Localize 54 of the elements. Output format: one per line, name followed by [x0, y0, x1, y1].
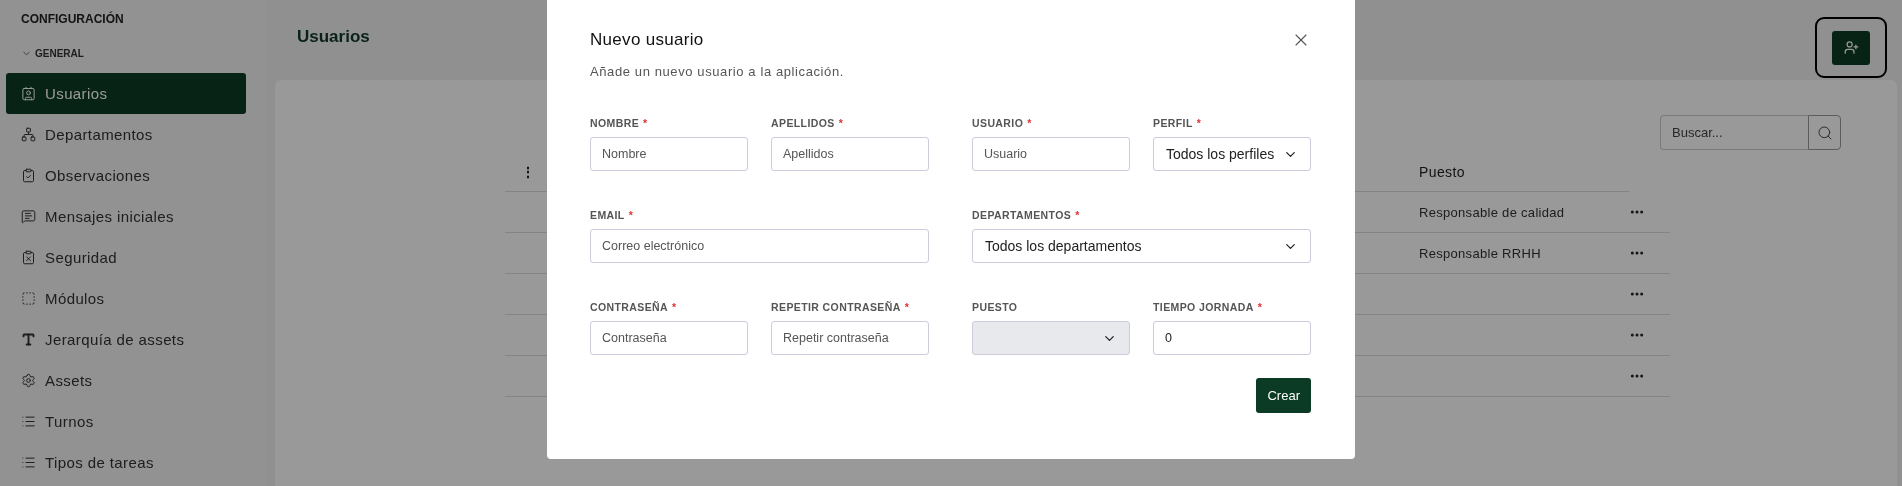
field-label: DEPARTAMENTOS * — [972, 209, 1081, 221]
input-field[interactable]: Correo electrónico — [590, 229, 929, 263]
field-label: PUESTO — [972, 301, 1019, 313]
input-field[interactable]: Nombre — [590, 137, 748, 171]
input-field[interactable]: 0 — [1153, 321, 1311, 355]
modal-subtitle: Añade un nuevo usuario a la aplicación. — [590, 64, 845, 79]
field-label: CONTRASEÑA * — [590, 301, 678, 313]
input-field[interactable]: Apellidos — [771, 137, 929, 171]
sidebar-title: CONFIGURACIÓN — [21, 12, 125, 26]
frame-icon — [21, 291, 36, 306]
sidebar-item[interactable]: Módulos — [6, 278, 246, 319]
field-label: USUARIO * — [972, 117, 1033, 129]
sidebar-item[interactable]: Mensajes iniciales — [6, 196, 246, 237]
field-label: APELLIDOS * — [771, 117, 845, 129]
select-field[interactable]: Todos los departamentos — [972, 229, 1311, 263]
select-field[interactable]: Todos los perfiles — [1153, 137, 1311, 171]
sidebar-item[interactable]: Seguridad — [6, 237, 246, 278]
message-icon — [21, 209, 36, 224]
sidebar-item[interactable]: Tipos de tareas — [6, 442, 246, 483]
field-label: NOMBRE * — [590, 117, 649, 129]
clipboard-check-icon — [21, 168, 36, 183]
gear-icon — [21, 373, 36, 388]
field-label: TIEMPO JORNADA * — [1153, 301, 1264, 313]
input-field[interactable]: Repetir contraseña — [771, 321, 929, 355]
sidebar-item[interactable]: Assets — [6, 360, 246, 401]
sidebar-item[interactable]: Observaciones — [6, 155, 246, 196]
clipboard-x-icon — [21, 250, 36, 265]
user-plus-icon — [1843, 40, 1859, 55]
page-title: Usuarios — [297, 27, 370, 47]
group-toggle[interactable]: GENERAL — [21, 48, 265, 59]
user-card-icon — [21, 86, 36, 101]
sidebar-item[interactable]: Turnos — [6, 401, 246, 442]
search-field[interactable]: Buscar... — [1660, 115, 1808, 150]
list-icon — [21, 455, 36, 470]
sidebar-item[interactable]: Departamentos — [6, 114, 246, 155]
modal-title: Nuevo usuario — [590, 30, 704, 50]
add-user-button[interactable] — [1832, 30, 1870, 65]
field-label: REPETIR CONTRASEÑA * — [771, 301, 911, 313]
input-field[interactable]: Usuario — [972, 137, 1130, 171]
field-label: PERFIL * — [1153, 117, 1203, 129]
network-icon — [21, 127, 36, 142]
table-cell-text: Responsable de calidad — [1418, 204, 1565, 220]
table-cell-text: Responsable RRHH — [1418, 245, 1541, 261]
text-icon — [21, 332, 36, 347]
search-icon — [1816, 124, 1833, 141]
search-button[interactable] — [1808, 115, 1841, 150]
column-menu[interactable]: ⋮ — [505, 163, 536, 180]
create-button[interactable]: Crear — [1256, 378, 1311, 413]
input-field[interactable]: Contraseña — [590, 321, 748, 355]
field-label: EMAIL * — [590, 209, 635, 221]
list-icon — [21, 414, 36, 429]
column-header: Puesto — [1418, 163, 1465, 180]
sidebar-item[interactable]: Usuarios — [6, 73, 246, 114]
sidebar-item[interactable]: Jerarquía de assets — [6, 319, 246, 360]
